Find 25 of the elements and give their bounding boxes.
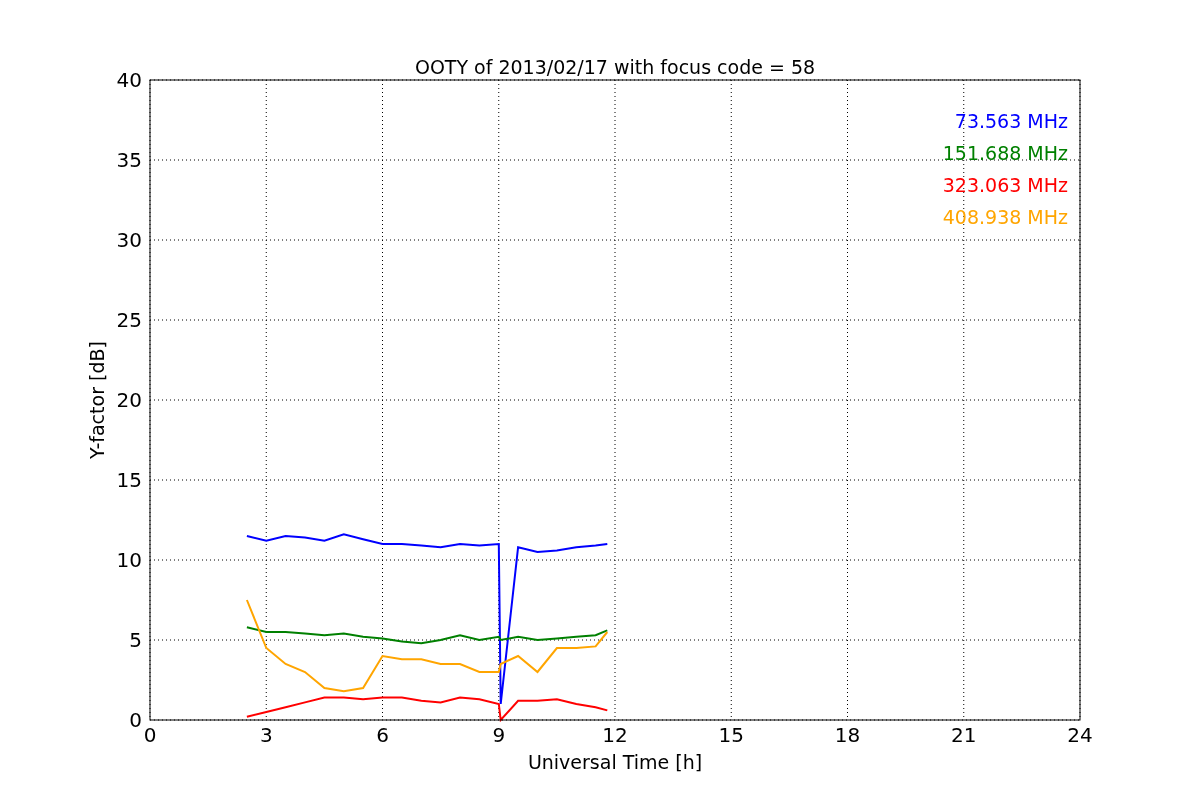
x-tick-label: 15 bbox=[718, 723, 744, 747]
y-tick-label: 35 bbox=[116, 148, 142, 172]
x-tick-label: 3 bbox=[259, 723, 273, 747]
x-tick-label: 9 bbox=[492, 723, 506, 747]
legend-label: 73.563 MHz bbox=[954, 110, 1068, 132]
y-tick-label: 0 bbox=[129, 708, 142, 732]
legend-label: 151.688 MHz bbox=[942, 142, 1068, 164]
x-tick-label: 24 bbox=[1067, 723, 1093, 747]
y-tick-label: 10 bbox=[116, 548, 142, 572]
y-tick-label: 20 bbox=[116, 388, 142, 412]
chart-title: OOTY of 2013/02/17 with focus code = 58 bbox=[414, 56, 816, 78]
x-axis-label: Universal Time [h] bbox=[527, 751, 703, 773]
legend-label: 323.063 MHz bbox=[942, 174, 1068, 196]
x-tick-label: 21 bbox=[951, 723, 977, 747]
y-tick-label: 5 bbox=[129, 628, 142, 652]
y-tick-label: 30 bbox=[116, 228, 142, 252]
y-axis-label: Y-factor [dB] bbox=[86, 341, 108, 459]
legend-label: 408.938 MHz bbox=[942, 206, 1068, 228]
y-tick-label: 40 bbox=[116, 68, 142, 92]
x-tick-label: 0 bbox=[143, 723, 157, 747]
y-tick-label: 15 bbox=[116, 468, 142, 492]
x-tick-label: 12 bbox=[602, 723, 628, 747]
y-tick-label: 25 bbox=[116, 308, 142, 332]
x-tick-label: 6 bbox=[376, 723, 389, 747]
x-tick-label: 18 bbox=[834, 723, 861, 747]
